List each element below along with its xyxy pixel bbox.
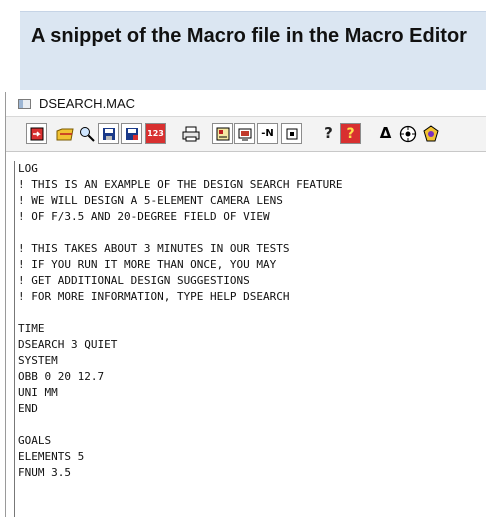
screen-icon[interactable] xyxy=(234,123,255,144)
code-line: TIME xyxy=(18,322,45,335)
code-line: DSEARCH 3 QUIET xyxy=(18,338,118,351)
macro-icon[interactable] xyxy=(212,123,233,144)
frame-icon[interactable] xyxy=(281,123,302,144)
code-line: ! THIS TAKES ABOUT 3 MINUTES IN OUR TEST… xyxy=(18,242,290,255)
find-icon[interactable] xyxy=(76,123,97,144)
open-icon[interactable] xyxy=(54,123,75,144)
code-line: OBB 0 20 12.7 xyxy=(18,370,105,383)
print-icon[interactable] xyxy=(180,123,201,144)
code-line: UNI MM xyxy=(18,386,58,399)
code-line: FNUM 3.5 xyxy=(18,466,71,479)
minus-n-icon[interactable]: -N xyxy=(257,123,278,144)
help-icon[interactable]: ? xyxy=(318,123,339,144)
code-line: ! OF F/3.5 AND 20-DEGREE FIELD OF VIEW xyxy=(18,210,270,223)
code-line: LOG xyxy=(18,162,38,175)
document-icon xyxy=(18,99,31,109)
code-line: ! WE WILL DESIGN A 5-ELEMENT CAMERA LENS xyxy=(18,194,283,207)
disk-icon[interactable] xyxy=(98,123,119,144)
code-line: ! GET ADDITIONAL DESIGN SUGGESTIONS xyxy=(18,274,250,287)
code-line: SYSTEM xyxy=(18,354,58,367)
number-icon[interactable]: 123 xyxy=(145,123,166,144)
code-line: ELEMENTS 5 xyxy=(18,450,85,463)
help-box-icon[interactable]: ? xyxy=(340,123,361,144)
triangle-icon[interactable]: Δ xyxy=(375,123,396,144)
save-icon[interactable] xyxy=(26,123,47,144)
code-editor[interactable]: LOG ! THIS IS AN EXAMPLE OF THE DESIGN S… xyxy=(14,161,486,517)
window-title: DSEARCH.MAC xyxy=(39,96,136,111)
toolbar: 123 -N ? ? Δ xyxy=(6,117,486,152)
caption: A snippet of the Macro file in the Macro… xyxy=(20,11,486,90)
badge-icon[interactable] xyxy=(420,123,441,144)
target-icon[interactable] xyxy=(397,123,418,144)
title-bar: DSEARCH.MAC xyxy=(6,92,486,117)
code-line: END xyxy=(18,402,38,415)
code-line: ! IF YOU RUN IT MORE THAN ONCE, YOU MAY xyxy=(18,258,277,271)
macro-editor-window: DSEARCH.MAC 123 -N ? ? Δ LOG ! THIS IS A… xyxy=(5,92,486,517)
code-line: ! THIS IS AN EXAMPLE OF THE DESIGN SEARC… xyxy=(18,178,343,191)
code-line: ! FOR MORE INFORMATION, TYPE HELP DSEARC… xyxy=(18,290,290,303)
disk-save-icon[interactable] xyxy=(121,123,142,144)
code-line: GOALS xyxy=(18,434,52,447)
